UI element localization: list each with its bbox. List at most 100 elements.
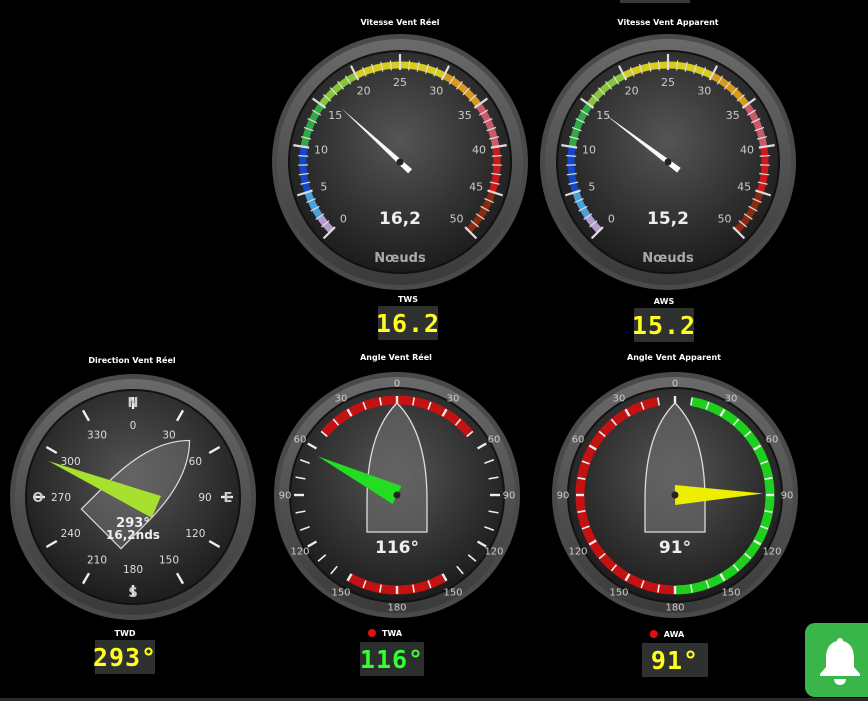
- tick-label: 15: [596, 109, 610, 122]
- twd-gauge-title: Direction Vent Réel: [88, 356, 176, 365]
- bell-icon: [820, 638, 860, 685]
- angle-label: 60: [294, 435, 307, 446]
- aws-label: AWS: [653, 297, 675, 306]
- angle-label: 30: [725, 394, 738, 405]
- twa-gauge-title: Angle Vent Réel: [360, 353, 432, 362]
- aws-digital-readout: 15.2: [632, 308, 695, 342]
- tick-label: 50: [450, 213, 464, 226]
- tick-label: 10: [582, 143, 596, 156]
- angle-label: 30: [447, 394, 460, 405]
- status-dot-icon: [649, 630, 658, 638]
- angle-label: 0: [672, 379, 678, 390]
- tws-digital-readout: 16.2: [376, 306, 439, 340]
- angle-label: 90: [557, 491, 570, 502]
- twd-digital-readout: 293°: [93, 640, 156, 674]
- awa-digital-readout: 91°: [642, 643, 708, 677]
- cardinal-label: S: [128, 586, 137, 601]
- tick-label: 35: [458, 109, 472, 122]
- angle-label: 30: [335, 394, 348, 405]
- tick-label: 30: [697, 85, 711, 98]
- bearing-label: 90: [198, 492, 211, 504]
- awa-gauge-title: Angle Vent Apparent: [627, 353, 721, 362]
- angle-label: 30: [613, 394, 626, 405]
- twd-compass-gauge: NESO0306090120150180210240270300330293°1…: [10, 374, 256, 620]
- tick-label: 50: [718, 213, 732, 226]
- tick-label: 10: [314, 143, 328, 156]
- angle-value: 91°: [659, 538, 691, 558]
- angle-label: 90: [781, 491, 794, 502]
- bearing-label: 0: [130, 420, 137, 432]
- angle-label: 180: [387, 603, 406, 614]
- bearing-label: 120: [185, 528, 205, 540]
- twd-label: TWD: [114, 629, 136, 638]
- twa-angle-gauge: 0 30 60 90 120 150 180 150 120 90 60 30 116°: [274, 372, 520, 618]
- angle-label: 60: [488, 435, 501, 446]
- aws-speed-gauge: 0 5 10 15 20 25 30 35 40 45 50 15,2 Nœuds: [540, 34, 796, 290]
- tws-gauge-title: Vitesse Vent Réel: [360, 18, 440, 27]
- tick-label: 25: [661, 76, 675, 89]
- angle-label: 120: [762, 547, 781, 558]
- speed-unit: Nœuds: [642, 251, 694, 266]
- angle-label: 60: [572, 435, 585, 446]
- tick-label: 0: [340, 213, 347, 226]
- angle-label: 90: [279, 491, 292, 502]
- angle-label: 120: [484, 547, 503, 558]
- minor-tick: [566, 154, 577, 157]
- tick-label: 35: [726, 109, 740, 122]
- angle-label: 150: [443, 587, 462, 598]
- wind-speed-value: 16,2nds: [106, 528, 160, 542]
- speed-value: 15,2: [647, 209, 689, 229]
- cardinal-label: E: [224, 491, 233, 506]
- angle-label: 0: [394, 379, 400, 390]
- tick-label: 45: [737, 181, 751, 194]
- minor-tick: [298, 154, 309, 157]
- needle-hub: [671, 491, 679, 499]
- angle-label: 150: [609, 587, 628, 598]
- needle-hub: [664, 158, 672, 166]
- angle-label: 90: [503, 491, 516, 502]
- tick-label: 20: [357, 85, 371, 98]
- bearing-label: 210: [87, 554, 107, 566]
- bearing-label: 270: [51, 492, 71, 504]
- tick-label: 0: [608, 213, 615, 226]
- tick-label: 20: [625, 85, 639, 98]
- needle-hub: [396, 158, 404, 166]
- awa-angle-gauge: 0 30 60 90 120 150 180 150 120 90 60 30 91°: [552, 372, 798, 618]
- bearing-label: 240: [61, 528, 81, 540]
- speed-unit: Nœuds: [374, 251, 426, 266]
- bearing-label: 30: [162, 430, 175, 442]
- angle-label: 60: [766, 435, 779, 446]
- angle-label: 150: [721, 587, 740, 598]
- twa-label: TWA: [381, 629, 403, 638]
- minor-tick: [491, 154, 502, 157]
- tws-speed-gauge: 0 5 10 15 20 25 30 35 40 45 50 16,2 Nœuds: [272, 34, 528, 290]
- needle-hub: [393, 491, 401, 499]
- minor-tick: [759, 154, 770, 157]
- angle-label: 180: [665, 603, 684, 614]
- angle-value: 116°: [375, 538, 419, 558]
- angle-label: 120: [290, 547, 309, 558]
- awa-alarm-label: AWA: [649, 630, 684, 639]
- angle-label: 120: [568, 547, 587, 558]
- top-tab-stub: [620, 0, 690, 3]
- aws-gauge-title: Vitesse Vent Apparent: [617, 18, 719, 27]
- twa-digital-readout: 116°: [360, 642, 424, 676]
- bearing-label: 60: [189, 456, 202, 468]
- bearing-label: 330: [87, 430, 107, 442]
- bearing-label: 180: [123, 564, 143, 576]
- tick-label: 30: [429, 85, 443, 98]
- speed-value: 16,2: [379, 209, 421, 229]
- tick-label: 15: [328, 109, 342, 122]
- tick-label: 5: [320, 181, 327, 194]
- cardinal-label: N: [128, 396, 139, 411]
- tws-label: TWS: [397, 295, 419, 304]
- tick-label: 40: [472, 143, 486, 156]
- twa-alarm-label: TWA: [367, 629, 403, 638]
- status-dot-icon: [367, 629, 376, 637]
- tick-label: 25: [393, 76, 407, 89]
- tick-label: 5: [588, 181, 595, 194]
- alarm-bell-button[interactable]: [805, 623, 868, 697]
- cardinal-label: O: [32, 491, 43, 506]
- tick-label: 40: [740, 143, 754, 156]
- angle-label: 150: [331, 587, 350, 598]
